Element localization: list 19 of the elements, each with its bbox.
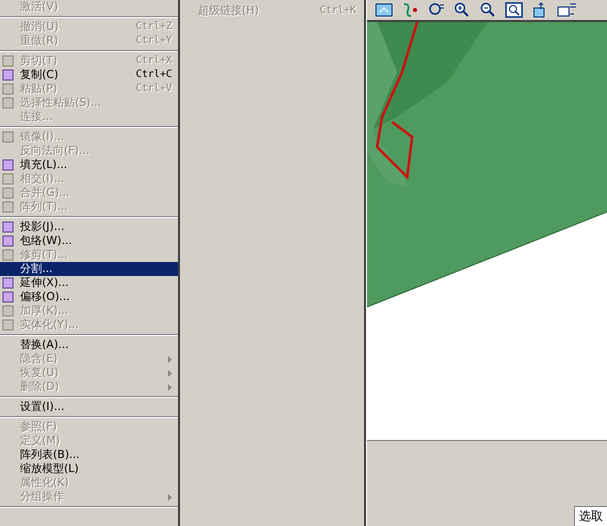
menu-item[interactable]: 缩放模型(L): [0, 462, 178, 476]
views-icon[interactable]: [557, 2, 577, 18]
menu-item[interactable]: 复制(C) Ctrl+C: [0, 68, 178, 82]
zoom-in-icon[interactable]: [453, 2, 471, 18]
menu-item[interactable]: 延伸(X)...: [0, 276, 178, 290]
menu-item[interactable]: 设置(I)...: [0, 400, 178, 414]
zoom-out-icon[interactable]: [479, 2, 497, 18]
menu-item[interactable]: 分割...: [0, 262, 178, 276]
menu-item[interactable]: 替换(A)...: [0, 338, 178, 352]
menu-item[interactable]: 投影(J)...: [0, 220, 178, 234]
zoom-fit-icon[interactable]: [505, 2, 523, 18]
datum-icon[interactable]: [401, 2, 419, 18]
menu-item[interactable]: 偏移(O)...: [0, 290, 178, 304]
menu-item[interactable]: 包络(W)...: [0, 234, 178, 248]
menu-item[interactable]: 阵列表(B)...: [0, 448, 178, 462]
status-text: 选取: [574, 506, 607, 526]
display-icon[interactable]: [375, 3, 393, 17]
submenu-arrow-icon: [168, 494, 172, 500]
menu-item[interactable]: 填充(L)...: [0, 158, 178, 172]
